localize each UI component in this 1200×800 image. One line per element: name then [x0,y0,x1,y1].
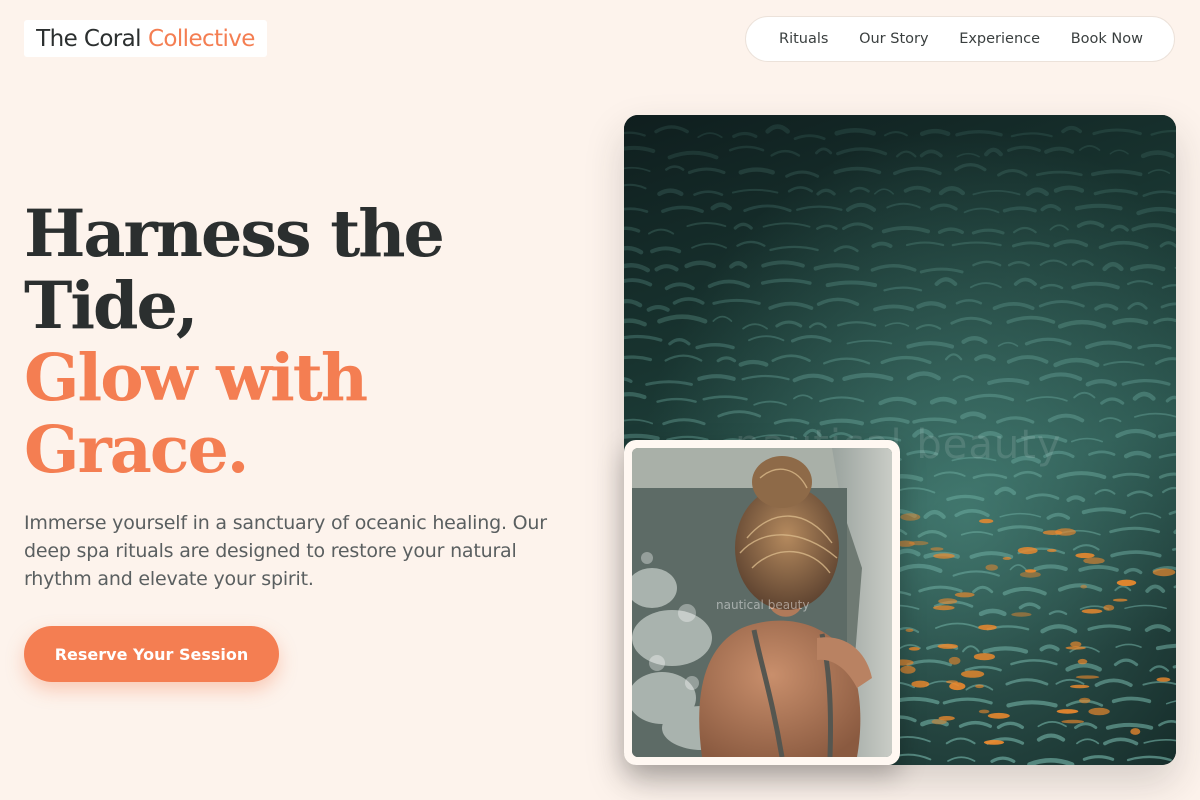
water-reflection [1156,677,1171,682]
water-reflection [905,628,914,632]
water-reflection [930,547,944,551]
water-reflection [1152,568,1176,577]
water-reflection [978,624,997,631]
nav-item-rituals[interactable]: Rituals [779,31,828,47]
main-nav: Rituals Our Story Experience Book Now [745,16,1175,62]
water-reflection [954,592,975,598]
water-reflection [937,643,958,649]
brand-name-primary: The Coral [36,25,141,52]
bather-photo: nautical beauty [632,448,892,757]
water-reflection [961,670,985,678]
water-reflection [1112,598,1128,602]
water-reflection [985,564,998,571]
water-reflection [908,647,920,651]
water-reflection [1130,728,1141,735]
water-reflection [931,719,947,725]
water-reflection [933,553,955,559]
water-reflection [1116,579,1137,586]
water-reflection [948,656,961,665]
water-reflection [975,684,984,689]
water-reflection [911,680,930,688]
water-reflection [1070,641,1082,647]
headline-line-1: Harness the [24,196,445,272]
nav-item-our-story[interactable]: Our Story [859,31,928,47]
water-reflection [1083,557,1105,564]
nav-item-experience[interactable]: Experience [959,31,1040,47]
brand-name-accent: Collective [147,25,255,52]
water-reflection [983,740,1005,745]
water-reflection [1081,609,1103,614]
water-reflection [979,518,994,524]
water-reflection [1055,528,1076,536]
water-reflection [1077,658,1088,665]
water-reflection [1002,556,1012,560]
water-reflection [900,665,916,674]
watermark-small: nautical beauty [716,598,810,612]
water-reflection [1080,584,1087,589]
water-reflection [1056,709,1079,714]
water-reflection [1075,675,1100,679]
water-reflection [987,712,1010,719]
hero-lead-text: Immerse yourself in a sanctuary of ocean… [24,512,547,590]
headline-line-2: Tide, [24,268,199,344]
water-ripple [1155,643,1176,651]
water-reflection [1061,719,1084,724]
headline-accent-line-1: Glow with [24,340,368,416]
water-reflection [938,598,958,605]
reserve-session-button[interactable]: Reserve Your Session [24,626,279,682]
nav-item-book-now[interactable]: Book Now [1071,31,1143,47]
brand-logo[interactable]: The Coral Collective [24,20,267,57]
water-reflection [1079,697,1091,704]
water-reflection [933,605,955,611]
water-reflection [1070,684,1090,689]
water-reflection [1011,612,1032,617]
water-reflection [973,653,995,661]
headline-accent-line-2: Grace. [24,412,249,488]
water-reflection [1047,548,1057,553]
water-reflection [1024,569,1037,573]
bather-photo-card: nautical beauty [624,440,900,765]
water-reflection [900,513,921,521]
water-ripple [624,433,660,441]
water-reflection [949,682,966,691]
water-reflection [1075,552,1095,559]
hero-headline: Harness the Tide, Glow with Grace. [24,198,584,486]
water-reflection [1088,707,1110,716]
water-reflection [1103,604,1115,611]
water-reflection [1017,547,1038,555]
water-reflection [978,709,990,714]
